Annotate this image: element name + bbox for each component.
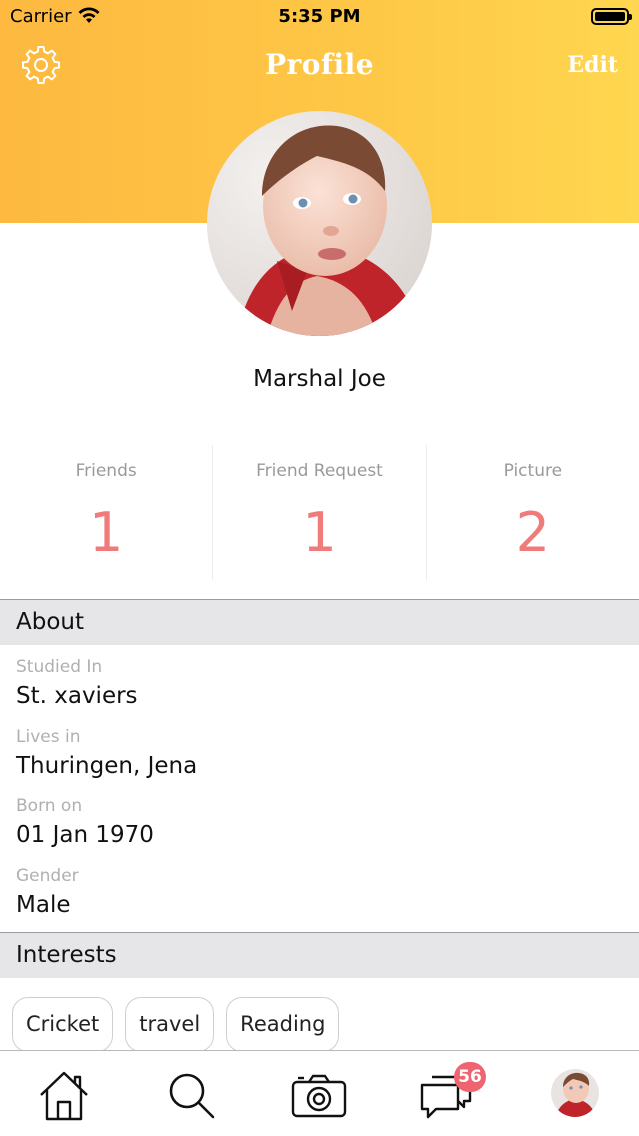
stats-row: Friends 1 Friend Request 1 Picture 2 [0, 445, 639, 580]
interests-section-header: Interests [0, 932, 639, 978]
tab-bar: 56 [0, 1050, 639, 1136]
about-section-header: About [0, 599, 639, 645]
tab-profile-avatar[interactable] [551, 1069, 599, 1117]
avatar-thumbnail [551, 1069, 599, 1117]
gender-value: Male [16, 892, 71, 918]
home-icon [40, 1071, 88, 1121]
studied-in-value: St. xaviers [16, 683, 138, 709]
born-on-label: Born on [16, 796, 83, 816]
stat-value: 1 [302, 501, 337, 564]
page-title: Profile [264, 48, 375, 81]
lives-in-label: Lives in [16, 727, 81, 747]
stat-label: Friends [75, 461, 137, 481]
stat-picture[interactable]: Picture 2 [425, 445, 639, 580]
profile-name: Marshal Joe [253, 366, 386, 392]
camera-icon [291, 1074, 347, 1118]
interest-chips: Cricket travel Reading [12, 997, 340, 1052]
stat-friend-request[interactable]: Friend Request 1 [212, 445, 425, 580]
stat-value: 2 [515, 501, 550, 564]
edit-button[interactable]: Edit [567, 52, 618, 78]
tab-home[interactable] [35, 1067, 93, 1125]
status-bar: Carrier 5:35 PM [0, 0, 639, 34]
messages-badge: 56 [454, 1062, 486, 1092]
stat-value: 1 [88, 501, 124, 564]
interest-chip[interactable]: Reading [226, 997, 340, 1052]
lives-in-value: Thuringen, Jena [16, 753, 198, 779]
stat-label: Friend Request [256, 461, 383, 481]
studied-in-label: Studied In [16, 657, 103, 677]
stat-label: Picture [503, 461, 563, 481]
tab-camera[interactable] [290, 1067, 348, 1125]
interest-chip[interactable]: Cricket [12, 997, 114, 1052]
battery-icon [591, 8, 632, 25]
profile-avatar[interactable] [207, 111, 432, 336]
stat-friends[interactable]: Friends 1 [0, 445, 212, 580]
tab-search[interactable] [163, 1067, 221, 1125]
interest-chip[interactable]: travel [125, 997, 215, 1052]
gender-label: Gender [16, 866, 79, 886]
status-time: 5:35 PM [278, 6, 361, 27]
avatar-photo [207, 111, 432, 336]
born-on-value: 01 Jan 1970 [16, 822, 154, 848]
search-icon [169, 1073, 215, 1119]
